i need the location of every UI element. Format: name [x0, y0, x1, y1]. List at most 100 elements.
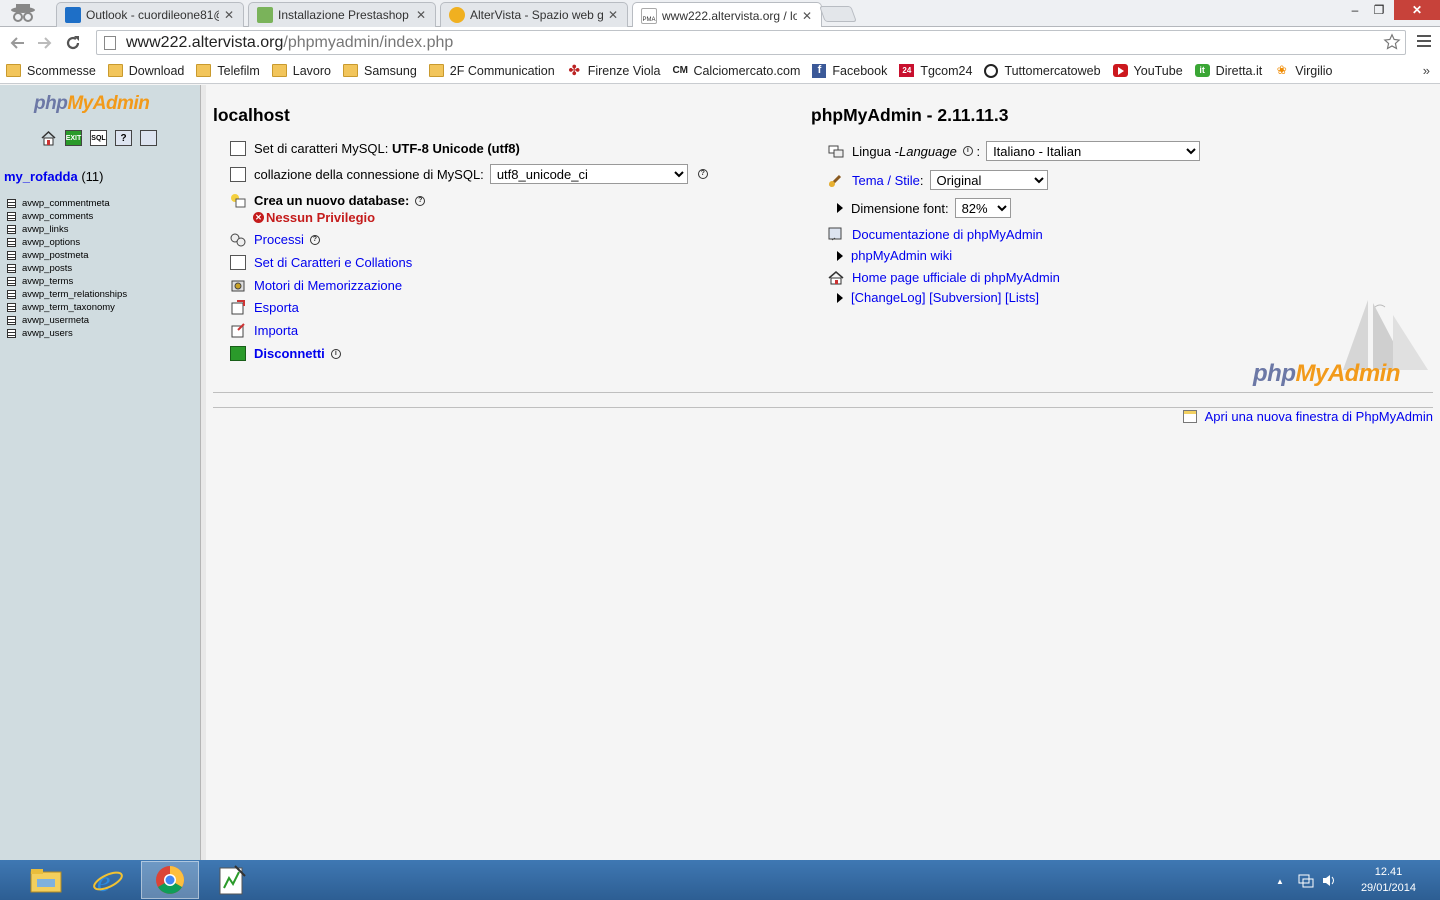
tab-prestashop[interactable]: Installazione Prestashop - ✕	[248, 2, 436, 27]
table-name[interactable]: avwp_terms	[22, 276, 73, 287]
table-name[interactable]: avwp_usermeta	[22, 315, 89, 326]
bookmark-2f-communication[interactable]: 2F Communication	[428, 64, 555, 78]
system-clock[interactable]: 12.41 29/01/2014	[1361, 864, 1416, 896]
minimize-button[interactable]: –	[1343, 0, 1367, 20]
lists-link[interactable]: Lists	[1009, 290, 1036, 305]
table-item[interactable]: avwp_commentmeta	[7, 197, 127, 210]
back-button[interactable]	[6, 32, 28, 54]
table-item[interactable]: avwp_users	[7, 327, 127, 340]
table-icon[interactable]	[7, 199, 16, 208]
table-item[interactable]: avwp_term_taxonomy	[7, 301, 127, 314]
database-name[interactable]: my_rofadda	[4, 169, 78, 184]
table-name[interactable]: avwp_postmeta	[22, 250, 89, 261]
exit-icon[interactable]: EXIT	[65, 130, 82, 146]
table-icon[interactable]	[7, 212, 16, 221]
collation-select[interactable]: utf8_unicode_ci	[489, 164, 688, 184]
bookmark-star-icon[interactable]	[1383, 33, 1401, 51]
bookmark-download[interactable]: Download	[107, 64, 184, 78]
table-item[interactable]: avwp_links	[7, 223, 127, 236]
table-icon[interactable]	[7, 290, 16, 299]
table-name[interactable]: avwp_commentmeta	[22, 198, 110, 209]
table-item[interactable]: avwp_comments	[7, 210, 127, 223]
reload-button[interactable]	[62, 32, 84, 54]
table-icon[interactable]	[7, 329, 16, 338]
theme-select[interactable]: Original	[929, 170, 1048, 190]
help-icon[interactable]: ?	[309, 234, 320, 245]
table-icon[interactable]	[7, 277, 16, 286]
taskbar-explorer[interactable]	[17, 861, 75, 899]
new-tab-button[interactable]	[819, 6, 857, 22]
docs-icon[interactable]: ?	[115, 130, 132, 146]
phpmyadmin-big-logo[interactable]: phpMyAdmin	[1253, 295, 1433, 390]
engines-link[interactable]: Motori di Memorizzazione	[254, 278, 402, 293]
table-icon[interactable]	[7, 251, 16, 260]
volume-icon[interactable]	[1321, 873, 1337, 888]
tab-altervista[interactable]: AlterVista - Spazio web gr ✕	[440, 2, 628, 27]
taskbar-chrome[interactable]	[141, 861, 199, 899]
export-link[interactable]: Esporta	[254, 300, 299, 315]
help-icon[interactable]: ?	[415, 195, 426, 206]
restore-button[interactable]: ❐	[1367, 0, 1391, 20]
bookmark-scommesse[interactable]: Scommesse	[6, 64, 96, 78]
table-icon[interactable]	[7, 303, 16, 312]
bookmark-youtube[interactable]: YouTube	[1112, 64, 1183, 78]
tab-phpmyadmin[interactable]: PMA www222.altervista.org / lo ✕	[632, 2, 822, 28]
charsets-link[interactable]: Set di Caratteri e Collations	[254, 255, 412, 270]
close-window-button[interactable]: ✕	[1394, 0, 1440, 20]
bookmark-lavoro[interactable]: Lavoro	[271, 64, 331, 78]
phpmyadmin-logo[interactable]: phpMyAdmin	[34, 93, 150, 115]
table-item[interactable]: avwp_usermeta	[7, 314, 127, 327]
forward-button[interactable]	[34, 32, 56, 54]
homepage-link[interactable]: Home page ufficiale di phpMyAdmin	[852, 270, 1060, 285]
table-icon[interactable]	[7, 316, 16, 325]
home-icon[interactable]	[40, 130, 57, 146]
bookmarks-more-icon[interactable]: »	[1423, 63, 1430, 78]
docs2-icon[interactable]	[140, 130, 157, 146]
database-link[interactable]: my_rofadda (11)	[4, 169, 103, 184]
import-link[interactable]: Importa	[254, 323, 298, 338]
taskbar-notepad[interactable]	[203, 861, 261, 899]
table-name[interactable]: avwp_options	[22, 237, 80, 248]
changelog-link[interactable]: ChangeLog	[855, 290, 922, 305]
table-icon[interactable]	[7, 225, 16, 234]
table-item[interactable]: avwp_term_relationships	[7, 288, 127, 301]
bookmark-telefilm[interactable]: Telefilm	[196, 64, 260, 78]
bookmark-samsung[interactable]: Samsung	[342, 64, 417, 78]
bookmark-tuttomercatoweb[interactable]: Tuttomercatoweb	[984, 63, 1101, 78]
tab-close-icon[interactable]: ✕	[801, 9, 813, 23]
fontsize-select[interactable]: 82%	[954, 198, 1011, 218]
tab-outlook[interactable]: Outlook - cuordileone81@ ✕	[56, 2, 244, 27]
info-icon[interactable]: i	[962, 146, 973, 156]
theme-link[interactable]: Tema / Stile	[852, 173, 920, 188]
tab-close-icon[interactable]: ✕	[223, 8, 235, 22]
table-item[interactable]: avwp_postmeta	[7, 249, 127, 262]
bookmark-firenze-viola[interactable]: ✤ Firenze Viola	[567, 63, 660, 78]
processes-link[interactable]: Processi	[254, 232, 304, 247]
tray-expand-icon[interactable]: ▲	[1276, 877, 1284, 886]
table-name[interactable]: avwp_term_relationships	[22, 289, 127, 300]
taskbar-ie[interactable]: e	[79, 861, 137, 899]
help-icon[interactable]: ?	[697, 169, 708, 179]
table-name[interactable]: avwp_comments	[22, 211, 93, 222]
tab-close-icon[interactable]: ✕	[415, 8, 427, 22]
bookmark-tgcom24[interactable]: 24 Tgcom24	[899, 64, 972, 78]
bookmark-calciomercato[interactable]: CM Calciomercato.com	[672, 64, 800, 78]
tab-close-icon[interactable]: ✕	[607, 8, 619, 22]
subversion-link[interactable]: Subversion	[933, 290, 998, 305]
table-item[interactable]: avwp_posts	[7, 262, 127, 275]
table-name[interactable]: avwp_term_taxonomy	[22, 302, 115, 313]
table-name[interactable]: avwp_posts	[22, 263, 72, 274]
address-bar[interactable]: www222.altervista.org/phpmyadmin/index.p…	[96, 30, 1406, 55]
language-select[interactable]: Italiano - Italian	[986, 141, 1201, 161]
logout-link[interactable]: Disconnetti	[254, 346, 325, 361]
new-window-link[interactable]: Apri una nuova finestra di PhpMyAdmin	[1205, 409, 1433, 424]
sql-icon[interactable]: SQL	[90, 130, 107, 146]
network-icon[interactable]	[1297, 873, 1315, 888]
table-item[interactable]: avwp_terms	[7, 275, 127, 288]
docs-link[interactable]: Documentazione di phpMyAdmin	[852, 227, 1043, 242]
bookmark-facebook[interactable]: f Facebook	[812, 63, 887, 78]
wiki-link[interactable]: phpMyAdmin wiki	[851, 248, 952, 263]
chrome-menu-icon[interactable]	[1417, 35, 1431, 50]
table-icon[interactable]	[7, 238, 16, 247]
table-name[interactable]: avwp_users	[22, 328, 73, 339]
